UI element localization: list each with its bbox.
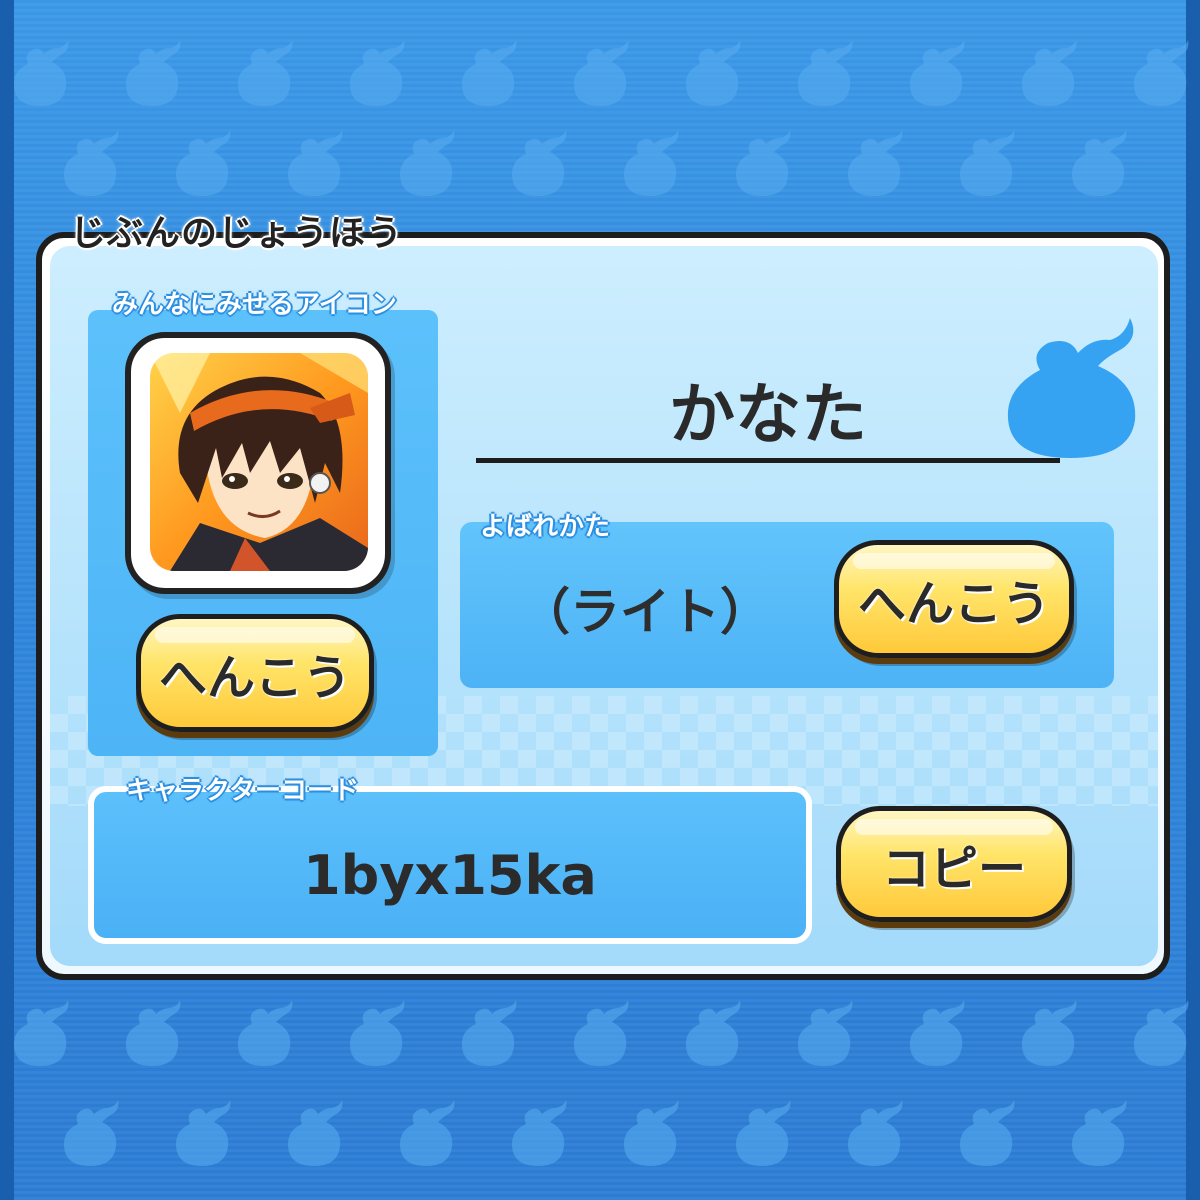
title-section-label: よばれかた [480,512,611,542]
pattern-drop [1068,130,1128,200]
avatar [150,353,368,571]
change-icon-button-label: へんこう [158,650,351,706]
pattern-drop [396,130,456,200]
pattern-drop [844,130,904,200]
pattern-drop [234,40,294,110]
pattern-drop [620,130,680,200]
name-underline [476,458,1060,463]
pattern-drop [60,1100,120,1170]
character-portrait-icon [150,353,368,571]
pattern-drop [1018,40,1078,110]
character-code[interactable]: 1byx15ka [88,836,812,916]
copy-button[interactable]: コピー [836,806,1072,922]
pattern-drop [172,130,232,200]
pattern-drop [956,130,1016,200]
player-name: かなた [669,376,867,453]
player-title: （ライト） [520,583,770,641]
icon-section-label: みんなにみせるアイコン [112,290,397,320]
character-code-label: キャラクターコード [126,776,359,806]
copy-button-label: コピー [881,841,1026,897]
pattern-drop [284,130,344,200]
pattern-drop [956,1100,1016,1170]
pattern-drop [122,1000,182,1070]
pattern-drop [346,1000,406,1070]
pattern-drop [570,40,630,110]
pattern-drop [458,40,518,110]
pattern-drop [682,40,742,110]
pattern-drop [1068,1100,1128,1170]
pattern-drop [60,130,120,200]
pattern-drop [508,130,568,200]
pattern-drop [794,40,854,110]
spirit-icon [1007,318,1136,458]
pattern-drop [906,40,966,110]
pattern-drop [732,130,792,200]
pattern-drop [284,1100,344,1170]
pattern-drop [620,1100,680,1170]
pattern-drop [458,1000,518,1070]
pattern-drop [396,1100,456,1170]
pattern-drop [234,1000,294,1070]
pattern-drop [794,1000,854,1070]
pattern-drop [682,1000,742,1070]
section-title: じぶんのじょうほう [70,213,404,254]
change-title-button-label: へんこう [857,576,1050,632]
pattern-drop [10,40,70,110]
pattern-drop [844,1100,904,1170]
pattern-drop [906,1000,966,1070]
pattern-drop [1130,1000,1190,1070]
pattern-drop [122,40,182,110]
pattern-drop [1018,1000,1078,1070]
pattern-drop [346,40,406,110]
change-title-button[interactable]: へんこう [834,540,1074,658]
pattern-drop [10,1000,70,1070]
change-icon-button[interactable]: へんこう [136,614,374,732]
pattern-drop [508,1100,568,1170]
pattern-drop [570,1000,630,1070]
pattern-drop [732,1100,792,1170]
pattern-drop [172,1100,232,1170]
pattern-drop [1130,40,1190,110]
